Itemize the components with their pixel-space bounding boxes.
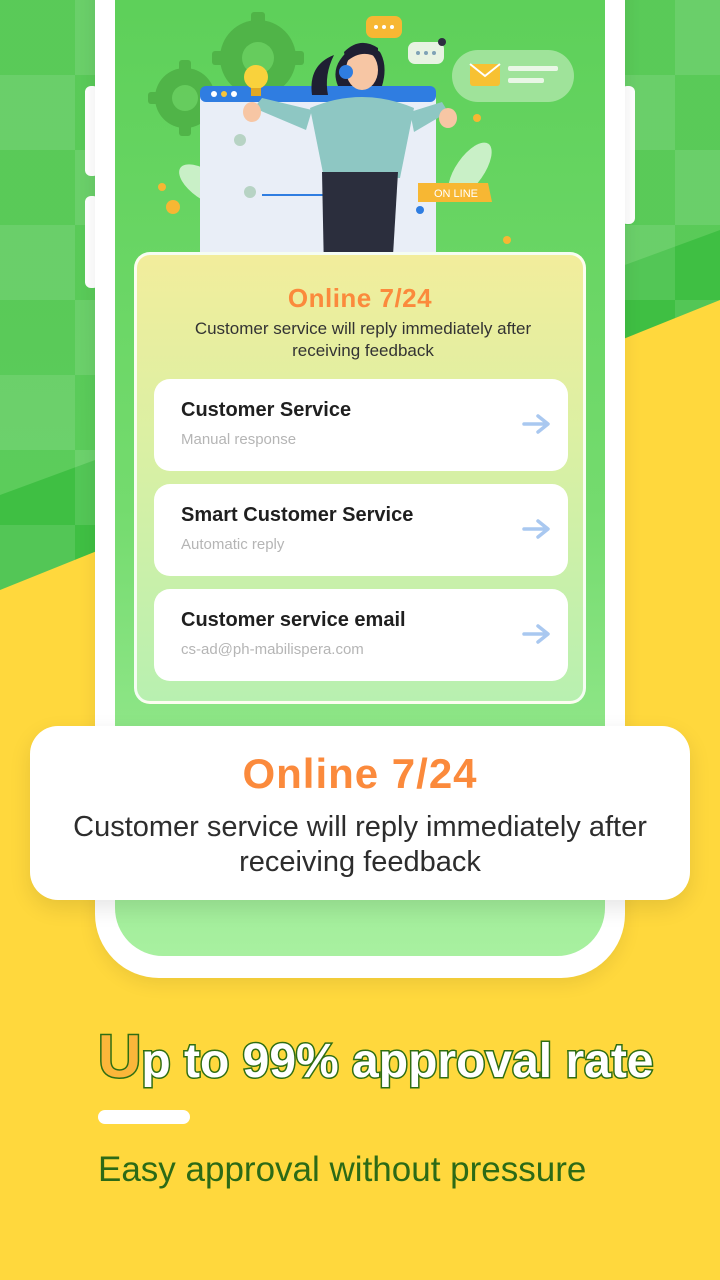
info-card-subtitle: Customer service will reply immediately … <box>194 319 532 360</box>
option-description: cs-ad@ph-mabilispera.com <box>181 641 364 658</box>
promo-headline: Up to 99% approval rate <box>96 1022 658 1092</box>
banner-subtitle: Customer service will reply immediately … <box>73 811 647 878</box>
support-info-card: Online 7/24 Customer service will reply … <box>134 252 586 704</box>
svg-text:ON LINE: ON LINE <box>434 188 478 200</box>
online-banner: Online 7/24 Customer service will reply … <box>30 726 690 900</box>
promo-divider <box>98 1110 190 1124</box>
promo-headline-initial: U <box>96 1022 142 1092</box>
arrow-right-icon <box>522 519 550 539</box>
promo-subtitle: Easy approval without pressure <box>98 1150 587 1189</box>
customer-service-email-option[interactable]: Customer service email cs-ad@ph-mabilisp… <box>154 589 568 681</box>
arrow-right-icon <box>522 624 550 644</box>
customer-service-option[interactable]: Customer Service Manual response <box>154 379 568 471</box>
option-title: Customer Service <box>181 399 352 421</box>
option-description: Automatic reply <box>181 536 285 553</box>
info-card-title: Online 7/24 <box>287 283 433 313</box>
option-description: Manual response <box>181 431 297 448</box>
online-badge: ON LINE <box>418 183 492 202</box>
banner-title: Online 7/24 <box>242 750 478 797</box>
customer-support-illustration: ON LINE <box>148 12 574 270</box>
promo-headline-rest: p to 99% approval rate <box>140 1034 655 1090</box>
arrow-right-icon <box>522 414 550 434</box>
smart-customer-service-option[interactable]: Smart Customer Service Automatic reply <box>154 484 568 576</box>
option-title: Customer service email <box>181 609 406 631</box>
option-title: Smart Customer Service <box>181 504 414 526</box>
